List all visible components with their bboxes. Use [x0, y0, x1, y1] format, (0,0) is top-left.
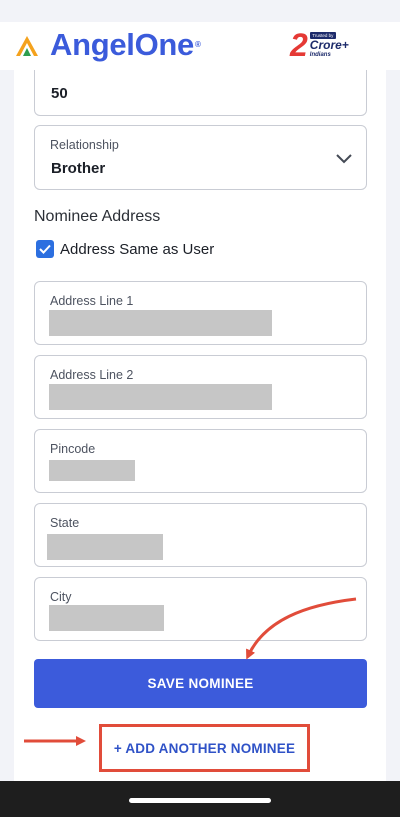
add-another-nominee-link[interactable]: + ADD ANOTHER NOMINEE — [114, 741, 295, 756]
address-same-label: Address Same as User — [60, 240, 215, 258]
redacted-value — [49, 384, 272, 410]
angelone-logo: AngelOne® — [14, 28, 201, 62]
relationship-label: Relationship — [50, 138, 119, 152]
add-another-nominee-highlight: + ADD ANOTHER NOMINEE — [99, 724, 310, 772]
address-line-2-field[interactable]: Address Line 2 — [34, 355, 367, 419]
nominee-form: 50 Relationship Brother Nominee Address … — [14, 70, 386, 781]
logo-text: AngelOne® — [50, 27, 201, 62]
home-indicator[interactable] — [129, 798, 271, 803]
chevron-down-icon — [336, 154, 352, 164]
city-field[interactable]: City — [34, 577, 367, 641]
redacted-value — [49, 310, 272, 336]
pincode-label: Pincode — [50, 442, 96, 456]
badge-number: 2 — [290, 27, 308, 63]
save-nominee-button[interactable]: SAVE NOMINEE — [34, 659, 367, 708]
badge-indians: Indians — [309, 52, 331, 58]
system-nav-bar — [0, 781, 400, 817]
checkbox-checked[interactable] — [36, 240, 54, 258]
share-value: 50 — [51, 85, 68, 102]
address-line-1-label: Address Line 1 — [50, 294, 134, 308]
pincode-field[interactable]: Pincode — [34, 429, 367, 493]
share-field[interactable]: 50 — [34, 70, 367, 116]
trusted-badge: 2 Trusted by Crore+ Indians — [290, 29, 349, 61]
address-line-2-label: Address Line 2 — [50, 368, 134, 382]
redacted-value — [47, 534, 163, 560]
badge-crore: Crore+ — [309, 38, 349, 52]
nominee-address-title: Nominee Address — [34, 208, 161, 225]
state-field[interactable]: State — [34, 503, 367, 567]
relationship-dropdown[interactable]: Relationship Brother — [34, 125, 367, 190]
redacted-value — [49, 605, 164, 631]
address-line-1-field[interactable]: Address Line 1 — [34, 281, 367, 345]
address-same-as-user[interactable]: Address Same as User — [36, 240, 214, 258]
redacted-value — [49, 460, 135, 481]
angelone-logo-icon — [16, 36, 38, 56]
relationship-value: Brother — [51, 160, 106, 177]
check-icon — [39, 244, 51, 254]
app-header: AngelOne® 2 Trusted by Crore+ Indians — [0, 22, 400, 70]
city-label: City — [50, 590, 72, 604]
state-label: State — [50, 516, 80, 530]
